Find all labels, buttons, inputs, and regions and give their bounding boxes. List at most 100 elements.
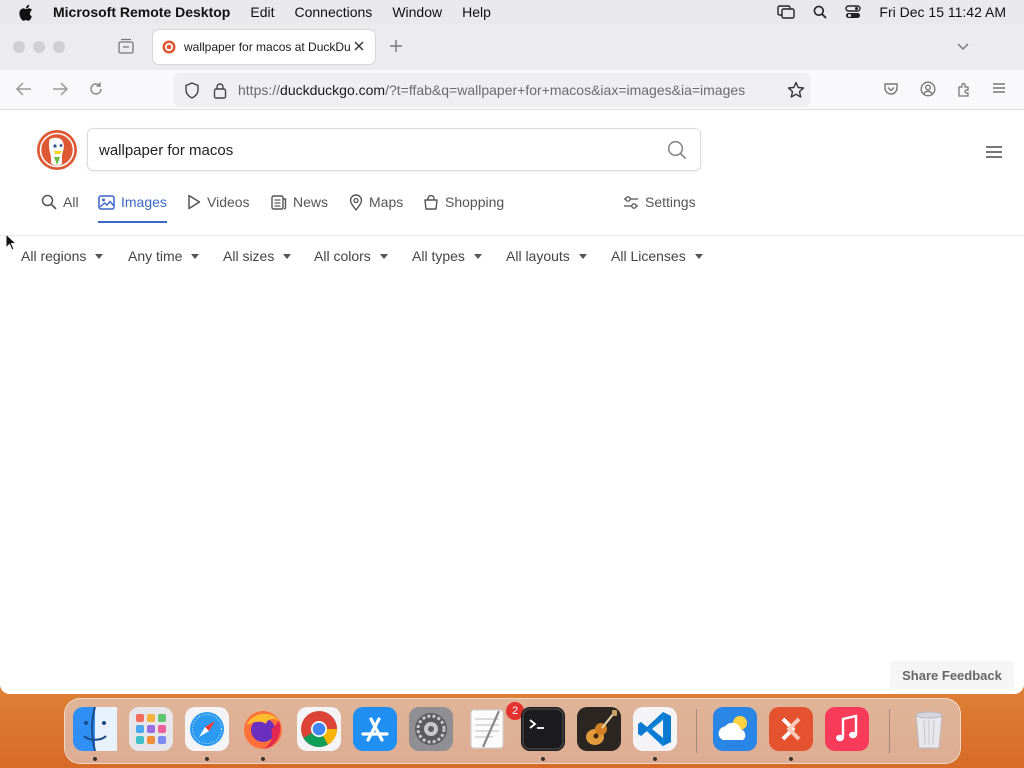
share-feedback-button[interactable]: Share Feedback — [890, 661, 1014, 689]
tracking-protection-shield-icon[interactable] — [184, 82, 200, 104]
tab-maps[interactable]: Maps — [349, 187, 403, 217]
tab-title: wallpaper for macos at DuckDuckGo — [184, 40, 350, 54]
tab-all-label: All — [63, 194, 79, 210]
filter-region[interactable]: All regions — [21, 248, 104, 264]
filter-layout-label: All layouts — [506, 248, 570, 264]
caret-down-icon — [694, 253, 703, 259]
filter-time-label: Any time — [128, 248, 183, 264]
browser-window: wallpaper for macos at DuckDuckGo — [0, 24, 1024, 694]
browser-tab-active[interactable]: wallpaper for macos at DuckDuckGo — [153, 30, 375, 64]
tab-videos[interactable]: Videos — [187, 187, 250, 217]
zoom-window-button[interactable] — [53, 41, 65, 53]
dock-safari-icon[interactable] — [185, 707, 229, 751]
dock-terminal-icon[interactable] — [521, 707, 565, 751]
bookmark-star-icon[interactable] — [787, 81, 805, 104]
dock-firefox-icon[interactable] — [241, 707, 285, 751]
filter-size[interactable]: All sizes — [223, 248, 292, 264]
forward-arrow-icon[interactable] — [51, 81, 69, 102]
apple-icon[interactable] — [18, 4, 34, 21]
list-all-tabs-icon[interactable] — [956, 39, 970, 57]
dock: 2 — [64, 698, 961, 764]
spotlight-search-icon[interactable] — [813, 5, 828, 19]
address-bar[interactable]: https://duckduckgo.com/?t=ffab&q=wallpap… — [174, 73, 810, 107]
account-icon[interactable] — [920, 81, 936, 102]
filter-color-label: All colors — [314, 248, 371, 264]
dock-trash-icon[interactable] — [907, 707, 951, 751]
filter-time[interactable]: Any time — [128, 248, 200, 264]
dock-launchpad-icon[interactable] — [129, 707, 173, 751]
search-box[interactable] — [87, 128, 701, 171]
dock-running-indicator — [205, 757, 209, 761]
dock-remote-desktop-icon[interactable] — [769, 707, 813, 751]
settings-sliders-icon — [624, 195, 638, 209]
pocket-icon[interactable] — [883, 81, 899, 102]
menu-bar: Microsoft Remote Desktop Edit Connection… — [0, 0, 1024, 24]
dock-running-indicator — [541, 757, 545, 761]
news-icon — [271, 194, 287, 210]
filter-license-label: All Licenses — [611, 248, 686, 264]
minimize-window-button[interactable] — [33, 41, 45, 53]
close-window-button[interactable] — [13, 41, 25, 53]
clock[interactable]: Fri Dec 15 11:42 AM — [879, 4, 1006, 20]
search-icon[interactable] — [667, 140, 687, 165]
image-filters: All regions Any time All sizes All color… — [0, 236, 1024, 266]
tab-all[interactable]: All — [41, 187, 79, 217]
filter-license[interactable]: All Licenses — [611, 248, 703, 264]
close-tab-icon[interactable] — [353, 40, 365, 55]
dock-chrome-icon[interactable] — [297, 707, 341, 751]
app-name[interactable]: Microsoft Remote Desktop — [53, 4, 230, 20]
filter-type[interactable]: All types — [412, 248, 482, 264]
dock-running-indicator — [653, 757, 657, 761]
dock-finder-icon[interactable] — [73, 706, 117, 752]
dock-running-indicator — [261, 757, 265, 761]
duckduckgo-logo-icon[interactable] — [36, 129, 78, 171]
settings-label: Settings — [645, 194, 696, 210]
dock-garageband-icon[interactable] — [577, 707, 621, 751]
control-center-icon[interactable] — [845, 5, 862, 19]
dock-system-settings-icon[interactable] — [409, 707, 453, 751]
url-text[interactable]: https://duckduckgo.com/?t=ffab&q=wallpap… — [238, 82, 745, 98]
play-icon — [188, 194, 201, 210]
search-icon — [41, 194, 57, 210]
menu-help[interactable]: Help — [462, 4, 491, 20]
dock-running-indicator — [93, 757, 97, 761]
new-tab-icon[interactable] — [388, 38, 404, 59]
app-menu-icon[interactable] — [992, 81, 1006, 100]
tab-overview-icon[interactable] — [117, 38, 135, 59]
page-content: All Images Videos News Maps Shopping — [0, 111, 1024, 694]
menu-edit[interactable]: Edit — [250, 4, 274, 20]
caret-down-icon — [283, 253, 292, 259]
navigation-toolbar: https://duckduckgo.com/?t=ffab&q=wallpap… — [0, 70, 1024, 110]
dock-app-store-icon[interactable] — [353, 707, 397, 751]
filter-color[interactable]: All colors — [314, 248, 388, 264]
window-controls — [13, 41, 65, 53]
extensions-icon[interactable] — [956, 81, 972, 102]
screen-mirroring-icon[interactable] — [777, 5, 796, 19]
dock-separator — [696, 709, 697, 753]
search-input[interactable] — [99, 139, 659, 161]
tab-maps-label: Maps — [369, 194, 404, 210]
dock-running-indicator — [789, 757, 793, 761]
reload-icon[interactable] — [88, 81, 104, 102]
dock-weather-icon[interactable] — [713, 707, 757, 751]
map-pin-icon — [349, 193, 363, 211]
tab-news[interactable]: News — [271, 187, 328, 217]
site-menu-icon[interactable] — [986, 145, 1002, 164]
dock-vscode-icon[interactable] — [633, 707, 677, 751]
tab-shopping[interactable]: Shopping — [423, 187, 504, 217]
filter-layout[interactable]: All layouts — [506, 248, 587, 264]
caret-down-icon — [191, 253, 200, 259]
tab-images-label: Images — [121, 194, 167, 210]
lock-icon[interactable] — [213, 82, 227, 104]
tab-videos-label: Videos — [207, 194, 250, 210]
caret-down-icon — [578, 253, 587, 259]
menu-window[interactable]: Window — [392, 4, 442, 20]
filter-type-label: All types — [412, 248, 465, 264]
dock-music-icon[interactable] — [825, 707, 869, 751]
settings-link[interactable]: Settings — [623, 187, 696, 217]
dock-textedit-icon[interactable] — [465, 707, 509, 751]
tab-images[interactable]: Images — [98, 187, 167, 223]
menu-connections[interactable]: Connections — [294, 4, 372, 20]
back-arrow-icon[interactable] — [15, 81, 33, 102]
caret-down-icon — [473, 253, 482, 259]
